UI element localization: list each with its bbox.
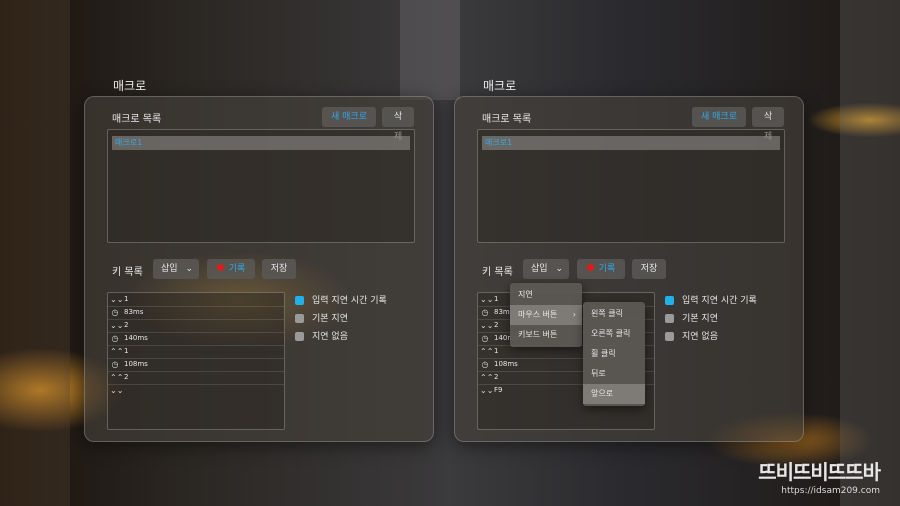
insert-menu: 지연 마우스 버튼 › 키보드 버튼 bbox=[510, 283, 582, 347]
menu-item-wheel-click[interactable]: 휠 클릭 bbox=[583, 344, 645, 364]
macro-list[interactable]: 매크로1 bbox=[477, 129, 785, 243]
key-list-label: 키 목록 bbox=[112, 267, 143, 278]
key-row[interactable]: ⌄⌄ 1 bbox=[108, 293, 284, 307]
menu-item-back[interactable]: 뒤로 bbox=[583, 364, 645, 384]
key-down-icon: ⌄⌄ bbox=[480, 386, 494, 395]
macro-list-item[interactable]: 매크로1 bbox=[482, 136, 780, 150]
menu-item-forward[interactable]: 앞으로 bbox=[583, 384, 645, 404]
key-row[interactable]: ⌄⌄ bbox=[108, 384, 284, 397]
watermark-logo: 뜨비뜨비뜨뜨바 bbox=[758, 460, 881, 484]
chevron-down-icon: ⌄ bbox=[555, 264, 563, 274]
clock-icon: ◷ bbox=[481, 308, 489, 317]
macro-list-label: 매크로 목록 bbox=[482, 114, 532, 125]
clock-icon: ◷ bbox=[111, 334, 119, 343]
save-button[interactable]: 저장 bbox=[632, 259, 666, 279]
checkbox-checked[interactable] bbox=[295, 296, 304, 305]
mouse-submenu: 왼쪽 클릭 오른쪽 클릭 휠 클릭 뒤로 앞으로 bbox=[583, 302, 645, 406]
key-down-icon: ⌄⌄ bbox=[110, 295, 124, 304]
macro-list[interactable]: 매크로1 bbox=[107, 129, 415, 243]
key-down-icon: ⌄⌄ bbox=[110, 386, 124, 395]
key-row[interactable]: ◷ 108ms bbox=[108, 358, 284, 372]
save-button[interactable]: 저장 bbox=[262, 259, 296, 279]
key-list-label: 키 목록 bbox=[482, 267, 513, 278]
key-row[interactable]: ⌃⌃ 1 bbox=[108, 345, 284, 359]
checkbox[interactable] bbox=[295, 314, 304, 323]
key-list[interactable]: ⌄⌄ 1 ◷ 83ms ⌄⌄ 2 ◷ 140ms ⌃⌃ 1 ◷ 108ms ⌃⌃ 2 ⌄⌄ bbox=[107, 292, 285, 430]
insert-dropdown[interactable]: 삽입 ⌄ bbox=[153, 259, 199, 279]
key-up-icon: ⌃⌃ bbox=[480, 373, 494, 382]
background-pillar bbox=[0, 0, 70, 506]
clock-icon: ◷ bbox=[111, 360, 119, 369]
watermark-url: https://idsam209.com bbox=[781, 486, 880, 496]
record-button[interactable]: 기록 bbox=[577, 259, 625, 279]
menu-item-right-click[interactable]: 오른쪽 클릭 bbox=[583, 324, 645, 344]
macro-list-item[interactable]: 매크로1 bbox=[112, 136, 410, 150]
checkbox[interactable] bbox=[295, 332, 304, 341]
new-macro-button[interactable]: 새 매크로 bbox=[692, 107, 746, 127]
checkbox-checked[interactable] bbox=[665, 296, 674, 305]
watermark: 뜨비뜨비뜨뜨바 https://idsam209.com bbox=[758, 456, 881, 496]
record-label: 기록 bbox=[228, 264, 246, 274]
record-button[interactable]: 기록 bbox=[207, 259, 255, 279]
delete-button[interactable]: 삭제 bbox=[382, 107, 414, 142]
key-down-icon: ⌄⌄ bbox=[110, 321, 124, 330]
checkbox[interactable] bbox=[665, 332, 674, 341]
clock-icon: ◷ bbox=[481, 334, 489, 343]
record-dot-icon bbox=[586, 264, 594, 271]
macro-panel-left: 매크로 목록 새 매크로 삭제 매크로1 키 목록 삽입 ⌄ 기록 저장 ⌄⌄1… bbox=[84, 96, 434, 442]
key-row[interactable]: ⌄⌄ 2 bbox=[108, 319, 284, 333]
menu-item-mouse-button[interactable]: 마우스 버튼 › bbox=[510, 305, 582, 325]
clock-icon: ◷ bbox=[111, 308, 119, 317]
key-row[interactable]: ◷ 83ms bbox=[108, 306, 284, 320]
chevron-right-icon: › bbox=[572, 310, 576, 319]
key-row[interactable]: ◷ 140ms bbox=[108, 332, 284, 346]
new-macro-button[interactable]: 새 매크로 bbox=[322, 107, 376, 127]
key-down-icon: ⌄⌄ bbox=[480, 321, 494, 330]
macro-list-label: 매크로 목록 bbox=[112, 114, 162, 125]
key-up-icon: ⌃⌃ bbox=[480, 347, 494, 356]
menu-item-left-click[interactable]: 왼쪽 클릭 bbox=[583, 304, 645, 324]
insert-dropdown[interactable]: 삽입 ⌄ bbox=[523, 259, 569, 279]
key-up-icon: ⌃⌃ bbox=[110, 347, 124, 356]
menu-item-delay[interactable]: 지연 bbox=[510, 285, 582, 305]
record-dot-icon bbox=[216, 264, 224, 271]
window-title: 매크로 bbox=[113, 79, 147, 93]
delete-button[interactable]: 삭제 bbox=[752, 107, 784, 142]
menu-item-keyboard-button[interactable]: 키보드 버튼 bbox=[510, 325, 582, 345]
key-row[interactable]: ⌃⌃ 2 bbox=[108, 371, 284, 385]
key-down-icon: ⌄⌄ bbox=[480, 295, 494, 304]
insert-label: 삽입 bbox=[161, 264, 178, 274]
insert-label: 삽입 bbox=[531, 264, 548, 274]
clock-icon: ◷ bbox=[481, 360, 489, 369]
checkbox[interactable] bbox=[665, 314, 674, 323]
key-up-icon: ⌃⌃ bbox=[110, 373, 124, 382]
window-title: 매크로 bbox=[483, 79, 517, 93]
chevron-down-icon: ⌄ bbox=[185, 264, 193, 274]
background-pillar bbox=[400, 0, 460, 100]
record-label: 기록 bbox=[598, 264, 616, 274]
background-pillar bbox=[840, 0, 900, 506]
